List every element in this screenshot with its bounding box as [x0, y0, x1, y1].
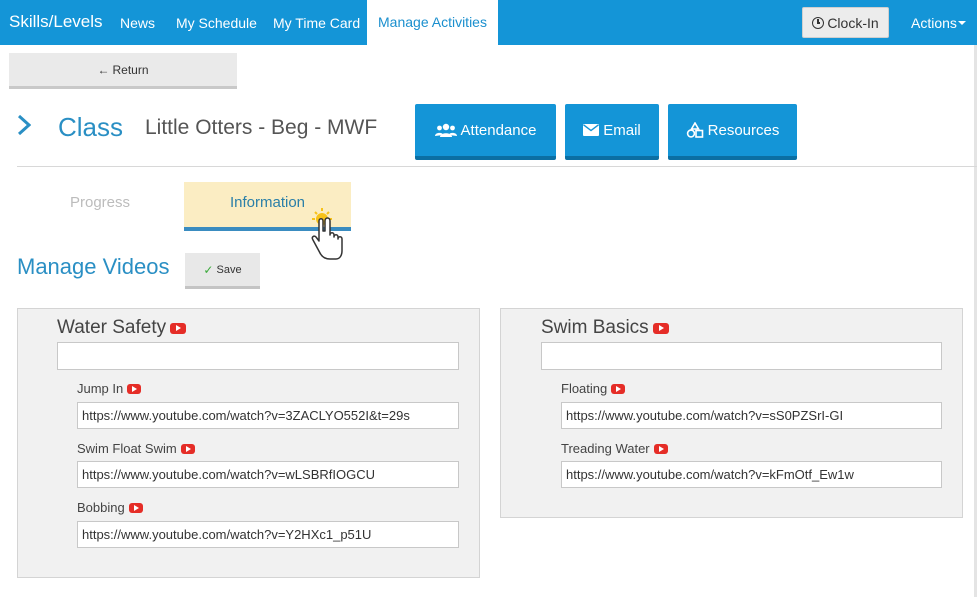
- group-video-url-input[interactable]: [541, 342, 942, 370]
- clock-in-button[interactable]: Clock-In: [802, 7, 889, 38]
- header-divider: [17, 166, 977, 167]
- envelope-icon: [583, 124, 600, 136]
- class-name: Little Otters - Beg - MWF: [145, 116, 378, 139]
- skill-label: Floating: [561, 381, 626, 396]
- group-title-text: Swim Basics: [541, 317, 649, 338]
- youtube-icon[interactable]: [128, 502, 143, 513]
- group-video-url-input[interactable]: [57, 342, 459, 370]
- checkmark-icon: ✓: [203, 262, 214, 277]
- group-title-text: Water Safety: [57, 317, 167, 338]
- nav-manage-activities[interactable]: Manage Activities: [367, 0, 498, 45]
- page-title: Class: [58, 112, 124, 142]
- group-title: Water Safety: [57, 317, 187, 339]
- skill-label: Treading Water: [561, 441, 668, 456]
- arrow-left-icon: ←: [97, 62, 110, 77]
- skill-label-text: Treading Water: [561, 441, 650, 456]
- actions-label: Actions: [911, 15, 957, 31]
- skill-label: Swim Float Swim: [77, 441, 195, 456]
- nav-news[interactable]: News: [120, 15, 155, 31]
- resources-button[interactable]: Resources: [668, 104, 797, 160]
- save-button[interactable]: ✓ Save: [185, 253, 260, 289]
- skill-video-url-input[interactable]: https://www.youtube.com/watch?v=Y2HXc1_p…: [77, 521, 459, 548]
- attendance-button[interactable]: Attendance: [415, 104, 556, 160]
- skill-video-url-input[interactable]: https://www.youtube.com/watch?v=kFmOtf_E…: [561, 461, 942, 488]
- caret-down-icon: [957, 21, 966, 25]
- email-label: Email: [603, 121, 641, 139]
- skill-label-text: Bobbing: [77, 500, 125, 515]
- group-title: Swim Basics: [541, 317, 669, 339]
- skill-label-text: Floating: [561, 381, 608, 396]
- youtube-icon[interactable]: [180, 443, 195, 454]
- hand-pointer-cursor-icon: [311, 208, 343, 260]
- skill-video-url-input[interactable]: https://www.youtube.com/watch?v=wLSBRfIO…: [77, 461, 459, 488]
- attendance-label: Attendance: [460, 121, 537, 139]
- youtube-icon[interactable]: [170, 322, 187, 334]
- nav-my-time-card[interactable]: My Time Card: [273, 15, 360, 31]
- youtube-icon[interactable]: [653, 443, 668, 454]
- email-button[interactable]: Email: [565, 104, 659, 160]
- resources-label: Resources: [707, 121, 780, 139]
- brand-link[interactable]: Skills/Levels: [9, 12, 103, 32]
- skill-label-text: Jump In: [77, 381, 124, 396]
- tab-progress[interactable]: Progress: [40, 194, 160, 211]
- shapes-icon: [686, 122, 703, 138]
- clock-in-label: Clock-In: [827, 14, 879, 31]
- chevron-right-icon[interactable]: [17, 114, 31, 136]
- skill-label: Jump In: [77, 381, 142, 396]
- skill-video-url-input[interactable]: https://www.youtube.com/watch?v=3ZACLYO5…: [77, 402, 459, 429]
- nav-my-schedule[interactable]: My Schedule: [176, 15, 257, 31]
- return-button[interactable]: ← Return: [9, 53, 237, 89]
- youtube-icon[interactable]: [127, 383, 142, 394]
- save-label: Save: [216, 263, 242, 276]
- skill-label: Bobbing: [77, 500, 143, 515]
- return-label: Return: [112, 62, 149, 77]
- actions-dropdown[interactable]: Actions: [911, 15, 966, 31]
- youtube-icon[interactable]: [652, 322, 669, 334]
- clock-icon: [812, 16, 825, 29]
- top-navbar: Skills/Levels News My Schedule My Time C…: [0, 0, 977, 45]
- manage-videos-title: Manage Videos: [17, 254, 170, 279]
- youtube-icon[interactable]: [611, 383, 626, 394]
- skill-label-text: Swim Float Swim: [77, 441, 177, 456]
- users-icon: [434, 123, 457, 137]
- skill-video-url-input[interactable]: https://www.youtube.com/watch?v=sS0PZSrI…: [561, 402, 942, 429]
